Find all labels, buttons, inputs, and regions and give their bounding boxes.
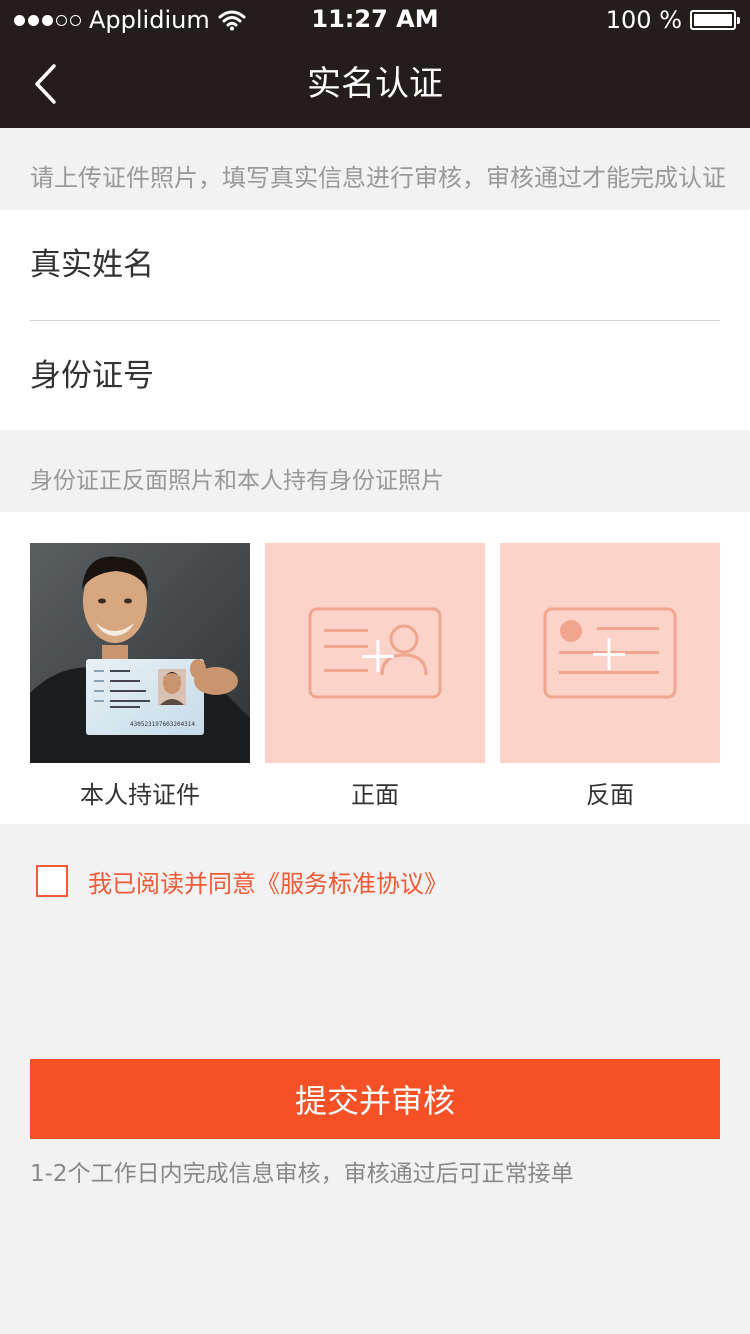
card-sample-number: 430523197603204314: [130, 721, 195, 728]
status-bar: Applidium 11:27 AM 100 %: [0, 0, 750, 40]
status-right: 100 %: [605, 0, 740, 40]
page-title: 实名认证: [307, 64, 443, 104]
agreement-text: 我已阅读并同意《服务标准协议》: [88, 864, 448, 899]
agreement-row: 我已阅读并同意《服务标准协议》: [36, 864, 448, 898]
form-card: [0, 210, 750, 431]
photos-card: 430523197603204314 本人持证件 正面 反面: [0, 512, 750, 824]
id-card-back-add-icon: [543, 607, 677, 699]
battery-percent: 100 %: [605, 6, 682, 34]
real-name-input[interactable]: [30, 210, 720, 320]
photo-caption-holding-id: 本人持证件: [80, 781, 200, 809]
photo-caption-id-back: 反面: [586, 781, 634, 809]
photo-slot-holding-id[interactable]: 430523197603204314 本人持证件: [30, 543, 250, 809]
id-number-input[interactable]: [30, 321, 720, 431]
notice-text: 请上传证件照片，填写真实信息进行审核，审核通过才能完成认证: [30, 164, 726, 192]
agreement-checkbox[interactable]: [36, 865, 68, 897]
id-back-upload-box: [500, 543, 720, 763]
service-agreement-link[interactable]: 《服务标准协议》: [256, 870, 448, 898]
nav-bar: 实名认证: [0, 40, 750, 128]
holding-id-example-photo: 430523197603204314: [30, 543, 250, 763]
photo-caption-id-front: 正面: [351, 781, 399, 809]
photos-section-label: 身份证正反面照片和本人持有身份证照片: [30, 468, 444, 494]
photo-slot-id-front[interactable]: 正面: [265, 543, 485, 809]
agreement-prefix: 我已阅读并同意: [88, 869, 256, 898]
battery-icon: [690, 10, 740, 30]
review-time-note: 1-2个工作日内完成信息审核，审核通过后可正常接单: [30, 1161, 574, 1187]
id-front-upload-box: [265, 543, 485, 763]
id-card-front-add-icon: [308, 607, 442, 699]
photo-slot-id-back[interactable]: 反面: [500, 543, 720, 809]
submit-button[interactable]: 提交并审核: [30, 1059, 720, 1139]
